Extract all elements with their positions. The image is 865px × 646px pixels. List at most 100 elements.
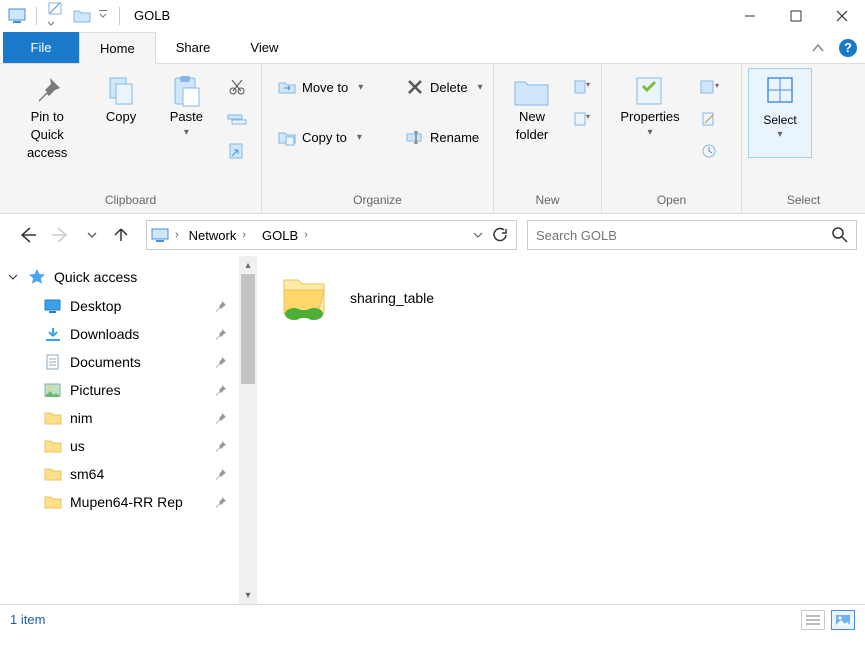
copy-to-button[interactable]: Copy to <box>270 124 390 150</box>
breadcrumb-golb[interactable]: GOLB› <box>256 228 316 243</box>
properties-button[interactable]: Properties ▾ <box>610 70 690 144</box>
select-label: Select <box>763 113 796 127</box>
tab-share[interactable]: Share <box>156 32 231 63</box>
maximize-button[interactable] <box>773 0 819 32</box>
rename-label: Rename <box>430 130 479 145</box>
collapse-ribbon-icon[interactable] <box>805 41 831 55</box>
tab-home[interactable]: Home <box>79 32 156 64</box>
group-organize-label: Organize <box>262 189 493 213</box>
help-icon[interactable]: ? <box>839 39 857 57</box>
copy-button[interactable]: Copy <box>90 70 151 130</box>
folder-icon <box>44 494 62 510</box>
ribbon-tabs: File Home Share View ? <box>0 32 865 64</box>
navpane-scrollbar[interactable]: ▴ ▾ <box>239 256 257 604</box>
breadcrumb-chevron-icon[interactable]: › <box>173 229 181 241</box>
qat-overflow-icon[interactable] <box>99 8 109 24</box>
paste-button[interactable]: Paste ▾ <box>156 70 217 144</box>
sidebar-item-label: nim <box>70 410 93 426</box>
refresh-icon[interactable] <box>492 227 508 243</box>
move-to-button[interactable]: Move to <box>270 74 390 100</box>
copy-path-icon[interactable] <box>225 108 249 130</box>
qat-properties-icon[interactable] <box>47 0 65 32</box>
qat-folder-icon[interactable] <box>73 8 91 24</box>
forward-button[interactable] <box>52 226 72 244</box>
downloads-icon <box>44 326 62 342</box>
sidebar-item-downloads[interactable]: Downloads <box>0 320 257 348</box>
sidebar-item-label: Mupen64-RR Rep <box>70 494 183 510</box>
open-icon[interactable]: ▾ <box>698 76 722 98</box>
search-box[interactable] <box>527 220 857 250</box>
move-to-icon <box>278 78 296 96</box>
cut-icon[interactable] <box>225 76 249 98</box>
new-folder-button[interactable]: New folder <box>502 70 562 148</box>
rename-icon <box>406 128 424 146</box>
window-title: GOLB <box>130 8 170 23</box>
address-dropdown-icon[interactable] <box>472 229 484 241</box>
move-to-label: Move to <box>302 80 348 95</box>
up-button[interactable] <box>112 226 130 244</box>
sidebar-item-mupen64-rr-rep[interactable]: Mupen64-RR Rep <box>0 488 257 516</box>
rename-button[interactable]: Rename <box>398 124 498 150</box>
nav-quick-access[interactable]: Quick access <box>0 262 257 292</box>
address-bar[interactable]: › Network› GOLB› <box>146 220 517 250</box>
new-item-icon[interactable]: ▾ <box>570 76 594 98</box>
sidebar-item-label: Desktop <box>70 298 121 314</box>
edit-icon[interactable] <box>698 108 722 130</box>
sidebar-item-label: Documents <box>70 354 141 370</box>
sidebar-item-documents[interactable]: Documents <box>0 348 257 376</box>
title-bar: GOLB <box>0 0 865 32</box>
shared-folder-icon <box>276 270 332 326</box>
new-folder-icon <box>513 74 551 108</box>
item-label: sharing_table <box>350 290 434 306</box>
qat-separator <box>36 7 37 25</box>
delete-button[interactable]: Delete <box>398 74 498 100</box>
thumbnails-view-button[interactable] <box>831 610 855 630</box>
status-text: 1 item <box>10 612 45 627</box>
pin-icon <box>215 300 227 312</box>
recent-locations-button[interactable] <box>86 229 98 241</box>
select-icon <box>765 75 795 105</box>
search-input[interactable] <box>536 228 832 243</box>
search-icon[interactable] <box>832 227 848 243</box>
copy-to-label: Copy to <box>302 130 347 145</box>
body: Quick access Desktop Downloads Documents Pi… <box>0 256 865 604</box>
scroll-up-icon[interactable]: ▴ <box>239 256 257 274</box>
folder-icon <box>44 410 62 426</box>
svg-text:▾: ▾ <box>586 80 590 89</box>
location-computer-icon <box>151 227 171 243</box>
scroll-thumb[interactable] <box>241 274 255 384</box>
details-view-button[interactable] <box>801 610 825 630</box>
history-icon[interactable] <box>698 140 722 162</box>
sidebar-item-nim[interactable]: nim <box>0 404 257 432</box>
content-pane[interactable]: sharing_table <box>258 256 865 604</box>
sidebar-item-us[interactable]: us <box>0 432 257 460</box>
sidebar-item-sm64[interactable]: sm64 <box>0 460 257 488</box>
pin-icon <box>215 496 227 508</box>
tab-view[interactable]: View <box>230 32 298 63</box>
minimize-button[interactable] <box>727 0 773 32</box>
pin-to-quick-access-button[interactable]: Pin to Quick access <box>8 70 86 167</box>
sidebar-item-pictures[interactable]: Pictures <box>0 376 257 404</box>
breadcrumb-network[interactable]: Network› <box>183 228 254 243</box>
chevron-down-icon[interactable] <box>8 272 20 282</box>
properties-icon <box>633 74 667 108</box>
list-item[interactable]: sharing_table <box>276 270 847 326</box>
paste-shortcut-icon[interactable] <box>225 140 249 162</box>
sidebar-item-desktop[interactable]: Desktop <box>0 292 257 320</box>
group-clipboard-label: Clipboard <box>0 189 261 213</box>
select-button[interactable]: Select ▾ <box>748 68 812 158</box>
close-button[interactable] <box>819 0 865 32</box>
scroll-down-icon[interactable]: ▾ <box>239 586 257 604</box>
navigation-pane: Quick access Desktop Downloads Documents Pi… <box>0 256 258 604</box>
pictures-icon <box>44 382 62 398</box>
folder-icon <box>44 466 62 482</box>
sidebar-item-label: sm64 <box>70 466 104 482</box>
star-icon <box>28 268 46 286</box>
easy-access-icon[interactable]: ▾ <box>570 108 594 130</box>
paste-icon <box>169 74 203 108</box>
pin-icon <box>215 440 227 452</box>
group-new-label: New <box>494 189 601 213</box>
copy-label: Copy <box>106 108 136 126</box>
tab-file[interactable]: File <box>3 32 79 63</box>
back-button[interactable] <box>18 226 38 244</box>
